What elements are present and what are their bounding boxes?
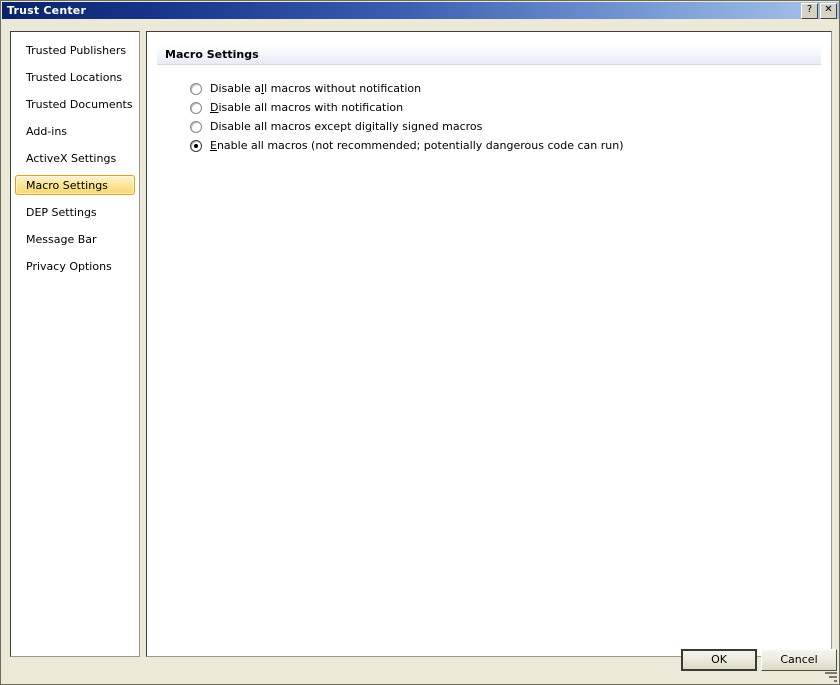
page-title: Macro Settings [165, 47, 259, 61]
radio-option-enable-all-macros[interactable]: Enable all macros (not recommended; pote… [190, 136, 831, 155]
sidebar-item-trusted-locations[interactable]: Trusted Locations [15, 67, 135, 87]
title-bar-buttons: ? ✕ [801, 3, 837, 19]
sidebar-item-label: Trusted Publishers [26, 43, 127, 57]
panel-header: Macro Settings [157, 44, 821, 65]
dialog-footer: OK Cancel [2, 641, 839, 684]
help-icon[interactable]: ? [801, 3, 818, 19]
sidebar-item-macro-settings[interactable]: Macro Settings [15, 175, 135, 195]
sidebar-item-label: Privacy Options [26, 259, 112, 273]
sidebar-item-label: Add-ins [26, 124, 68, 138]
sidebar-item-dep-settings[interactable]: DEP Settings [15, 202, 135, 222]
sidebar-item-label: DEP Settings [26, 205, 97, 219]
title-bar[interactable]: Trust Center ? ✕ [2, 2, 839, 19]
resize-grip-icon[interactable] [824, 669, 838, 683]
close-icon[interactable]: ✕ [820, 3, 837, 19]
main-panel: Macro Settings Disable all macros withou… [146, 31, 832, 657]
cancel-button[interactable]: Cancel [761, 649, 837, 671]
window-title: Trust Center [7, 4, 87, 17]
sidebar-item-trusted-documents[interactable]: Trusted Documents [15, 94, 135, 114]
macro-settings-radio-group: Disable all macros without notification … [147, 79, 831, 155]
radio-icon [190, 82, 202, 95]
sidebar-item-label: Message Bar [26, 232, 97, 246]
trust-center-dialog: Trust Center ? ✕ Trusted Publishers Trus… [0, 0, 840, 685]
radio-option-label: Disable all macros except digitally sign… [210, 120, 483, 133]
radio-option-label: Disable all macros with notification [210, 101, 404, 114]
sidebar-nav: Trusted Publishers Trusted Locations Tru… [10, 31, 140, 657]
radio-icon [190, 120, 202, 133]
sidebar-item-label: Trusted Documents [26, 97, 133, 111]
radio-option-label: Enable all macros (not recommended; pote… [210, 139, 624, 152]
radio-option-disable-all-with-notification[interactable]: Disable all macros with notification [190, 98, 831, 117]
radio-option-disable-except-digitally-signed[interactable]: Disable all macros except digitally sign… [190, 117, 831, 136]
sidebar-item-add-ins[interactable]: Add-ins [15, 121, 135, 141]
sidebar-item-trusted-publishers[interactable]: Trusted Publishers [15, 40, 135, 60]
radio-option-label: Disable all macros without notification [210, 82, 422, 95]
sidebar-item-activex-settings[interactable]: ActiveX Settings [15, 148, 135, 168]
radio-icon-selected [190, 139, 202, 152]
sidebar-item-message-bar[interactable]: Message Bar [15, 229, 135, 249]
sidebar-item-label: Macro Settings [26, 178, 108, 192]
ok-button[interactable]: OK [681, 649, 757, 671]
sidebar-item-label: ActiveX Settings [26, 151, 117, 165]
radio-icon [190, 101, 202, 114]
dialog-body: Trusted Publishers Trusted Locations Tru… [2, 19, 839, 684]
radio-option-disable-all-without-notification[interactable]: Disable all macros without notification [190, 79, 831, 98]
sidebar-item-label: Trusted Locations [26, 70, 123, 84]
sidebar-item-privacy-options[interactable]: Privacy Options [15, 256, 135, 276]
